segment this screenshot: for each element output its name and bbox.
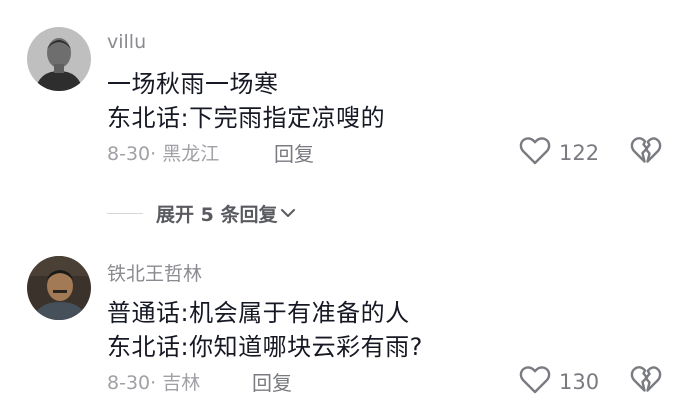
broken-heart-icon	[630, 366, 662, 399]
meta-separator: ·	[150, 143, 163, 165]
reply-button[interactable]: 回复	[252, 367, 292, 396]
like-count: 130	[559, 370, 600, 394]
heart-outline-icon	[519, 136, 551, 170]
reply-button[interactable]: 回复	[274, 138, 314, 167]
dislike-button[interactable]	[630, 136, 662, 170]
chevron-down-icon	[277, 207, 296, 219]
comment-location: 黑龙江	[162, 143, 220, 165]
expand-replies-label[interactable]: 展开 5 条回复	[156, 200, 277, 227]
like-button[interactable]: 122	[519, 136, 599, 170]
like-button[interactable]: 130	[519, 365, 599, 399]
like-count: 122	[559, 141, 600, 165]
expand-replies[interactable]: 展开 5 条回复	[107, 200, 296, 226]
comment-text-line: 普通话:机会属于有准备的人	[107, 299, 410, 327]
dislike-button[interactable]	[630, 365, 662, 399]
comment-location: 吉林	[162, 372, 201, 394]
heart-outline-icon	[519, 365, 551, 399]
comment-date: 8-30	[107, 372, 151, 394]
comment-date: 8-30	[107, 143, 151, 165]
comment-text-line: 东北话:你知道哪块云彩有雨?	[107, 333, 423, 361]
avatar[interactable]	[27, 27, 91, 91]
divider-line	[107, 212, 143, 214]
meta-separator: ·	[150, 372, 163, 394]
comment-meta: 8-30· 吉林	[107, 368, 200, 395]
comment-text-line: 东北话:下完雨指定凉嗖的	[107, 104, 386, 132]
username[interactable]: villu	[107, 31, 146, 53]
avatar[interactable]	[27, 256, 91, 320]
comment-text-line: 一场秋雨一场寒	[107, 70, 279, 98]
comment-meta: 8-30· 黑龙江	[107, 139, 219, 166]
username[interactable]: 铁北王哲林	[107, 259, 202, 286]
broken-heart-icon	[630, 137, 662, 170]
